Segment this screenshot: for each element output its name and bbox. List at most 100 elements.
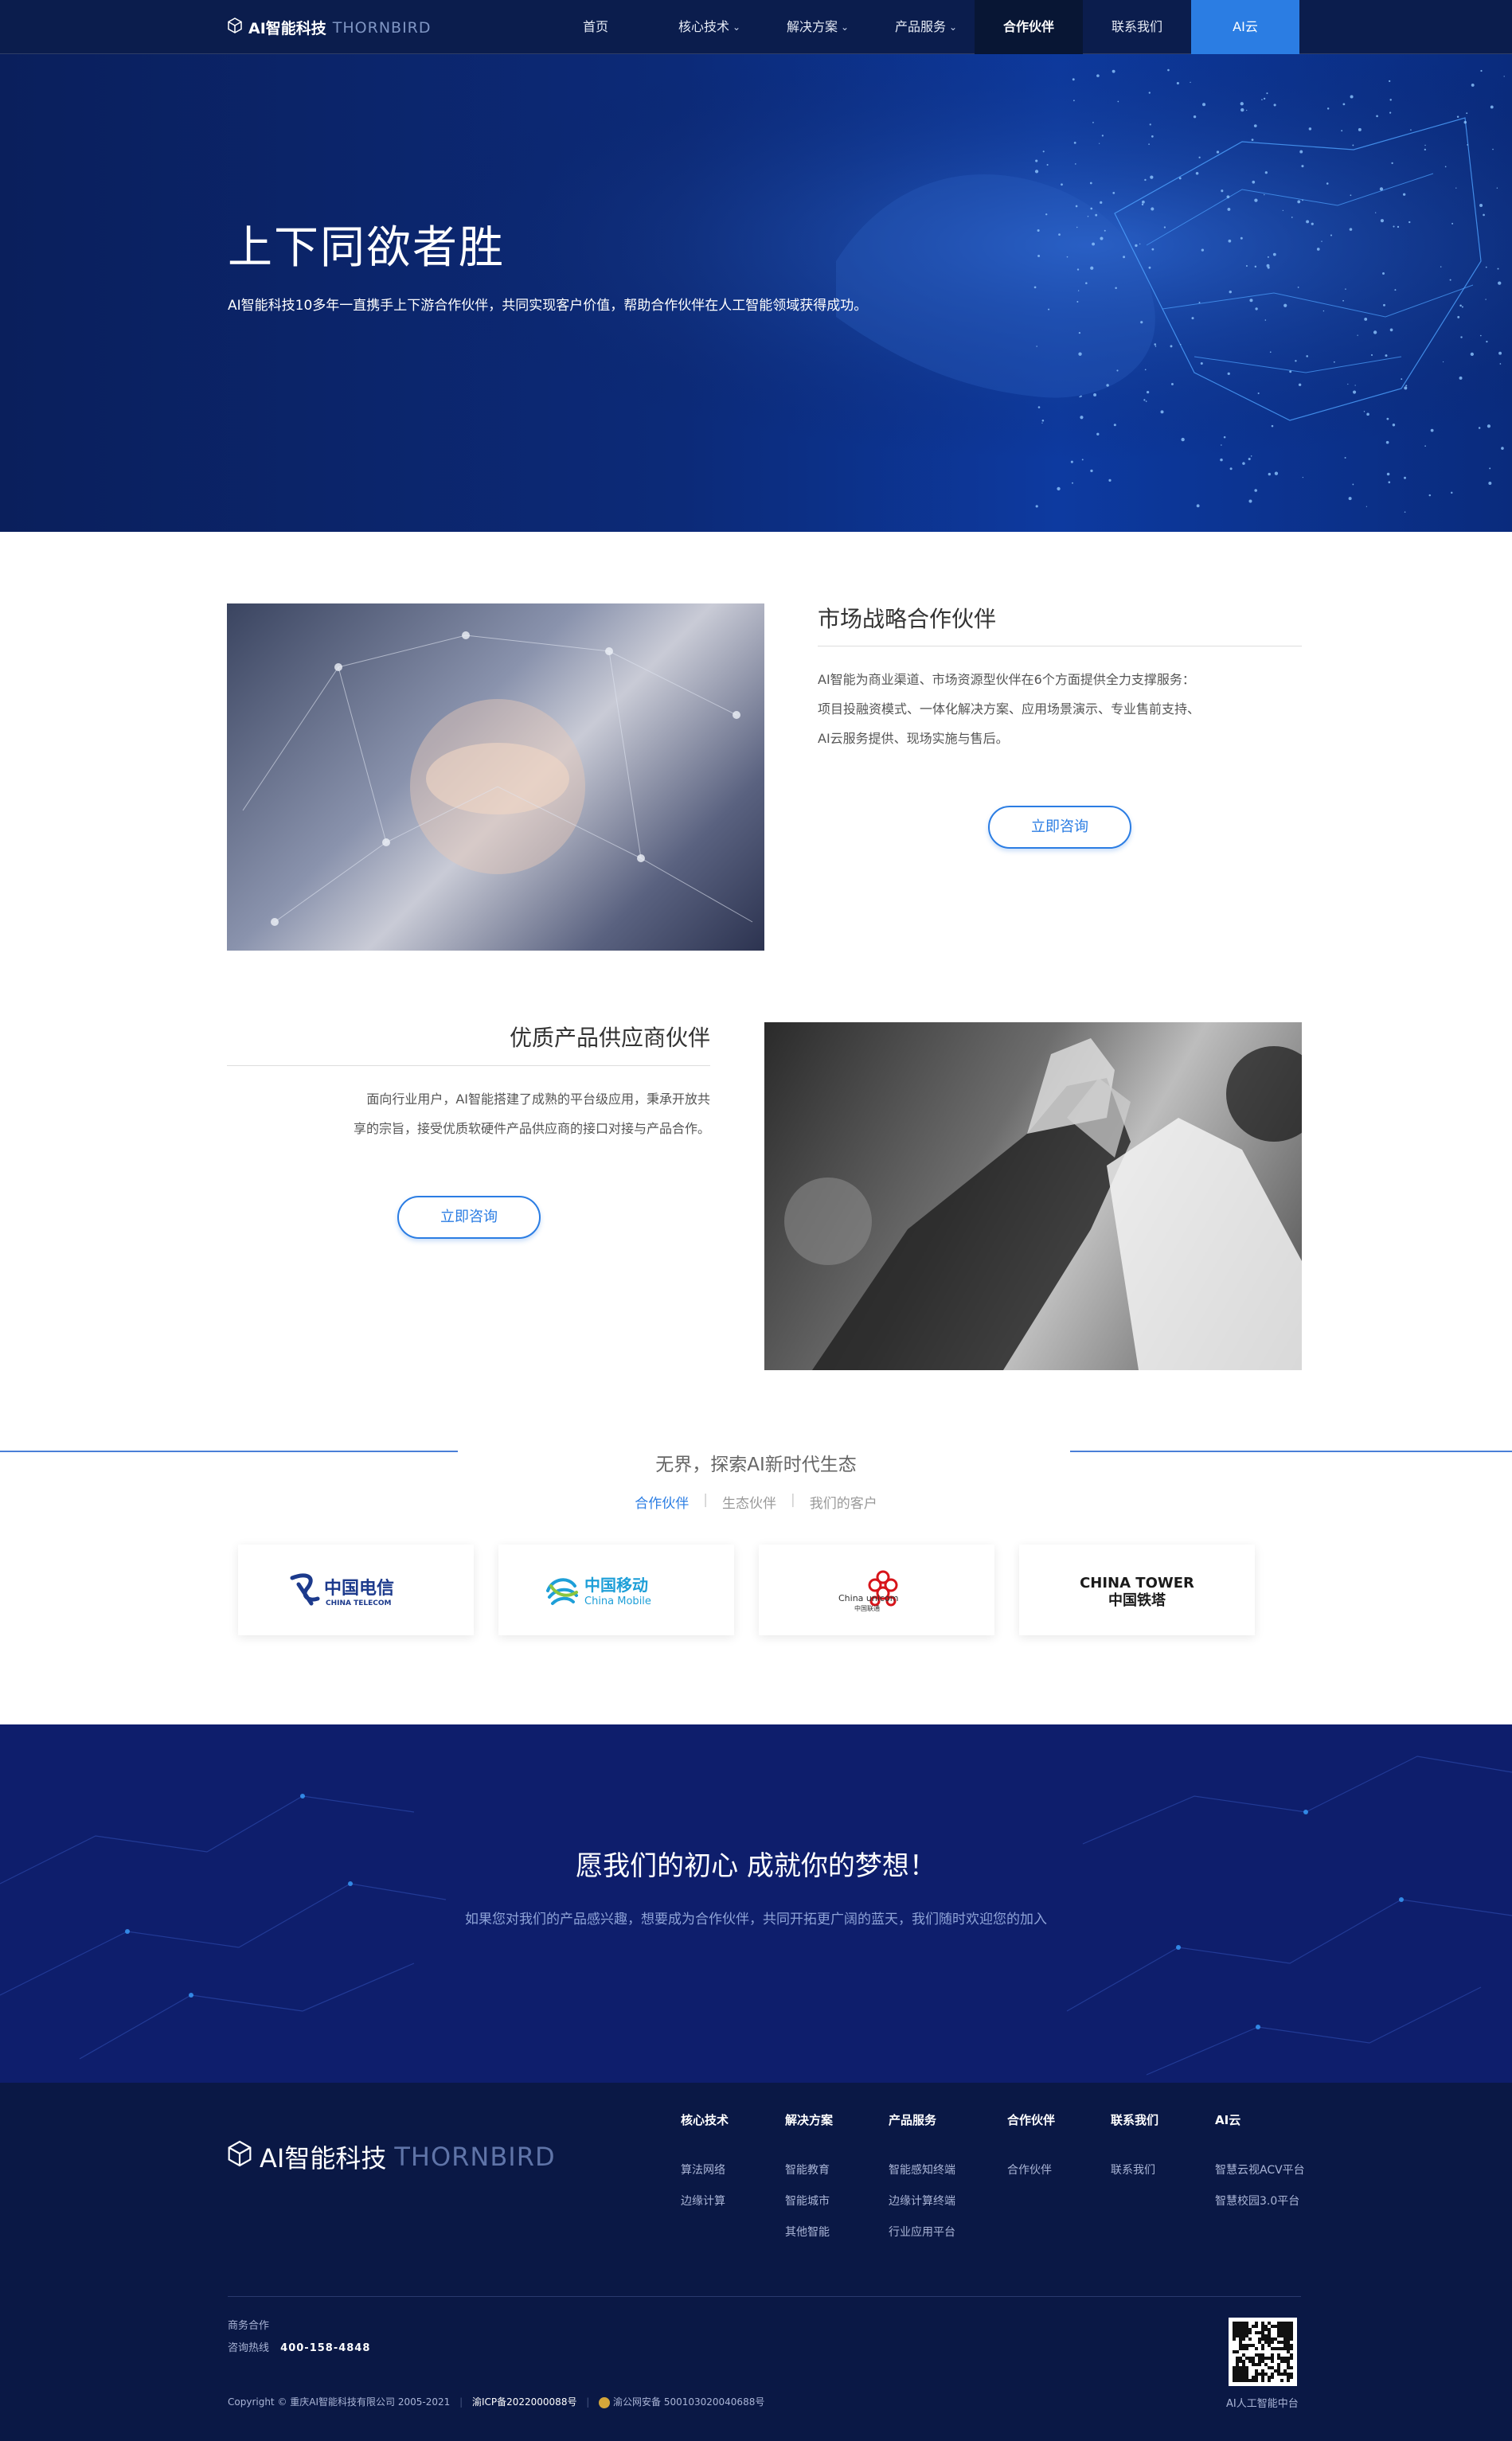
- strategy-line: AI智能为商业渠道、市场资源型伙伴在6个方面提供全力支撑服务：: [818, 672, 1195, 687]
- chevron-down-icon: ⌄: [732, 21, 740, 33]
- footer-link[interactable]: 合作伙伴: [1007, 2162, 1055, 2193]
- nav-item-partners[interactable]: 合作伙伴: [975, 0, 1083, 54]
- footer-link[interactable]: 边缘计算终端: [889, 2193, 955, 2224]
- nav-item-products[interactable]: 产品服务 ⌄: [866, 0, 975, 54]
- nav-label: 合作伙伴: [1002, 19, 1054, 34]
- ecosystem-title: 无界，探索AI新时代生态: [655, 1455, 857, 1475]
- footer-logo-cn: AI智能科技: [260, 2143, 387, 2173]
- footer-col-title: 产品服务: [889, 2113, 937, 2127]
- cube-icon: [228, 2140, 252, 2173]
- footer-col-core-tech: 核心技术 算法网络 边缘计算: [681, 2111, 729, 2224]
- tab-customers[interactable]: 我们的客户: [795, 1492, 892, 1512]
- svg-text:CHINA TOWER: CHINA TOWER: [1080, 1575, 1194, 1592]
- footer-col-title: 联系我们: [1111, 2113, 1159, 2127]
- partner-card-tower[interactable]: CHINA TOWER 中国铁塔: [1019, 1545, 1255, 1635]
- qr-code: [1229, 2318, 1297, 2386]
- supplier-line: 面向行业用户，AI智能搭建了成熟的平台级应用，秉承开放共: [366, 1092, 710, 1107]
- footer-link[interactable]: 边缘计算: [681, 2193, 729, 2224]
- footer-col-products: 产品服务 智能感知终端 边缘计算终端 行业应用平台: [889, 2111, 955, 2255]
- logo-en: THORNBIRD: [332, 18, 432, 37]
- nav-item-solutions[interactable]: 解决方案 ⌄: [758, 0, 866, 54]
- footer-link[interactable]: 联系我们: [1111, 2162, 1158, 2193]
- footer-logo-en: THORNBIRD: [394, 2142, 556, 2172]
- nav-label: 产品服务: [894, 19, 946, 34]
- hotline: 咨询热线 400-158-4848: [228, 2339, 370, 2354]
- hero-subtitle: AI智能科技10多年一直携手上下游合作伙伴，共同实现客户价值，帮助合作伙伴在人工…: [228, 298, 868, 314]
- high-five-photo: [764, 1022, 1302, 1370]
- footer-link[interactable]: 智慧云视ACV平台: [1215, 2162, 1305, 2193]
- nav-item-ai-cloud[interactable]: AI云: [1191, 0, 1299, 54]
- page: AI智能科技 THORNBIRD 首页 核心技术 ⌄ 解决方案 ⌄ 产品服务 ⌄ 合作…: [0, 0, 1512, 2441]
- footer-logo[interactable]: AI智能科技 THORNBIRD: [228, 2138, 556, 2175]
- hotline-number[interactable]: 400-158-4848: [280, 2342, 370, 2354]
- svg-text:中国移动: 中国移动: [584, 1576, 648, 1595]
- nav-label: 核心技术: [678, 19, 729, 34]
- strategy-line: AI云服务提供、现场实施与售后。: [818, 731, 1009, 746]
- partner-card-unicom[interactable]: China unicom 中国联通: [759, 1545, 994, 1635]
- nav-item-core-tech[interactable]: 核心技术 ⌄: [650, 0, 758, 54]
- footer-col-partners: 合作伙伴 合作伙伴: [1007, 2111, 1055, 2193]
- svg-text:CHINA TELECOM: CHINA TELECOM: [326, 1599, 392, 1607]
- tab-eco-partners[interactable]: 生态伙伴: [708, 1492, 791, 1512]
- supplier-description: 面向行业用户，AI智能搭建了成熟的平台级应用，秉承开放共 享的宗旨，接受优质软硬…: [227, 1084, 710, 1143]
- footer-col-solutions: 解决方案 智能教育 智能城市 其他智能: [785, 2111, 833, 2255]
- china-unicom-logo: China unicom 中国联通: [838, 1570, 898, 1612]
- footer-link[interactable]: 智慧校园3.0平台: [1215, 2193, 1305, 2224]
- footer-link[interactable]: 其他智能: [785, 2224, 833, 2255]
- legal-line: Copyright © 重庆AI智能科技有限公司 2005-2021 | 渝IC…: [228, 2396, 765, 2408]
- banner-text: 如果您对我们的产品感兴趣，想要成为合作伙伴，共同开拓更广阔的蓝天，我们随时欢迎您…: [465, 1912, 1047, 1927]
- hotline-label: 咨询热线: [228, 2342, 270, 2354]
- handshake-network-graphic: [0, 54, 1512, 532]
- hero-title: 上下同欲者胜: [228, 222, 505, 274]
- icp-link[interactable]: 渝ICP备2022000088号: [472, 2396, 577, 2408]
- nav-item-home[interactable]: 首页: [541, 0, 650, 54]
- cta-banner: 愿我们的初心 成就你的梦想！ 如果您对我们的产品感兴趣，想要成为合作伙伴，共同开…: [0, 1724, 1512, 2083]
- cube-icon: [228, 18, 242, 37]
- supplier-consult-button[interactable]: 立即咨询: [397, 1196, 541, 1239]
- svg-text:中国电信: 中国电信: [324, 1578, 394, 1599]
- footer-divider: [228, 2296, 1301, 2297]
- footer-link[interactable]: 算法网络: [681, 2162, 729, 2193]
- partner-card-mobile[interactable]: 中国移动 China Mobile: [498, 1545, 734, 1635]
- footer-col-title: 核心技术: [681, 2113, 729, 2127]
- supplier-divider: [227, 1065, 710, 1066]
- supplier-line: 享的宗旨，接受优质软硬件产品供应商的接口对接与产品合作。: [353, 1121, 710, 1136]
- china-tower-logo: CHINA TOWER 中国铁塔: [1080, 1575, 1194, 1609]
- footer-col-ai-cloud: AI云 智慧云视ACV平台 智慧校园3.0平台: [1215, 2111, 1305, 2224]
- nav-item-contact[interactable]: 联系我们: [1083, 0, 1191, 54]
- nav-label: 解决方案: [786, 19, 838, 34]
- footer-col-title: 解决方案: [785, 2113, 834, 2127]
- nav-label: 联系我们: [1111, 19, 1162, 34]
- footer-link[interactable]: 智能感知终端: [889, 2162, 955, 2193]
- logo-cn: AI智能科技: [248, 20, 326, 37]
- nav-label: 首页: [582, 19, 608, 34]
- svg-text:China Mobile: China Mobile: [584, 1595, 651, 1607]
- svg-text:中国铁塔: 中国铁塔: [1108, 1592, 1166, 1609]
- footer-col-title: 合作伙伴: [1007, 2113, 1056, 2127]
- business-label: 商务合作: [228, 2320, 270, 2332]
- supplier-title: 优质产品供应商伙伴: [509, 1025, 710, 1051]
- footer-link[interactable]: 智能教育: [785, 2162, 833, 2193]
- teamwork-hands-photo: [227, 603, 764, 951]
- chevron-down-icon: ⌄: [948, 21, 957, 33]
- footer-link[interactable]: 行业应用平台: [889, 2224, 955, 2255]
- strategy-description: AI智能为商业渠道、市场资源型伙伴在6个方面提供全力支撑服务： 项目投融资模式、…: [818, 665, 1200, 753]
- footer-link[interactable]: 智能城市: [785, 2193, 833, 2224]
- svg-text:China unicom: China unicom: [838, 1593, 898, 1603]
- chevron-down-icon: ⌄: [840, 21, 849, 33]
- china-mobile-logo: 中国移动 China Mobile: [546, 1576, 651, 1607]
- ecosystem-tabs: 合作伙伴 | 生态伙伴 | 我们的客户: [0, 1492, 1512, 1512]
- partner-card-telecom[interactable]: 中国电信 CHINA TELECOM: [238, 1545, 474, 1635]
- hero-banner: 上下同欲者胜 AI智能科技10多年一直携手上下游合作伙伴，共同实现客户价值，帮助…: [0, 54, 1512, 532]
- footer-col-contact: 联系我们 联系我们: [1111, 2111, 1158, 2193]
- hexagon-network-background: [0, 1756, 1512, 2076]
- copyright: Copyright © 重庆AI智能科技有限公司 2005-2021: [228, 2396, 451, 2408]
- banner-title: 愿我们的初心 成就你的梦想！: [576, 1850, 936, 1882]
- strategy-consult-button[interactable]: 立即咨询: [988, 806, 1131, 849]
- logo[interactable]: AI智能科技 THORNBIRD: [228, 17, 432, 38]
- footer-col-title: AI云: [1215, 2113, 1241, 2127]
- police-link[interactable]: 渝公网安备 500103020040688号: [613, 2396, 764, 2408]
- tab-partners[interactable]: 合作伙伴: [620, 1492, 703, 1512]
- svg-text:中国联通: 中国联通: [854, 1604, 880, 1612]
- police-badge-icon: [599, 2396, 611, 2408]
